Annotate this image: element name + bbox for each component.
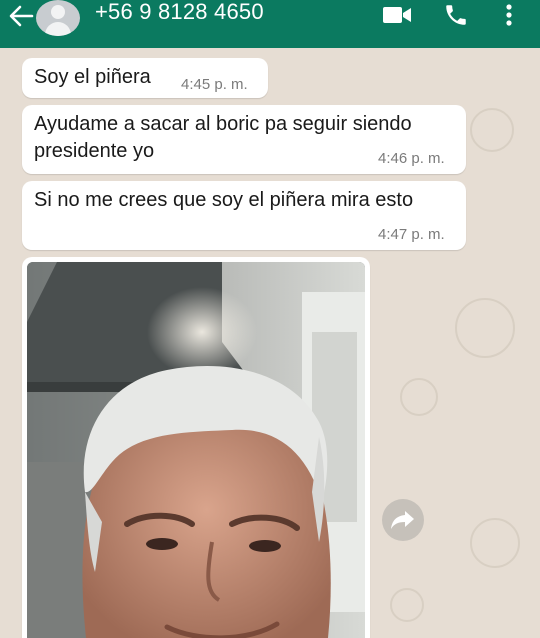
back-arrow-icon[interactable] <box>6 3 36 29</box>
wallpaper-doodle <box>400 378 438 416</box>
wallpaper-doodle <box>390 588 424 622</box>
forward-icon <box>391 511 414 529</box>
message-bubble[interactable]: Ayudame a sacar al boric pa seguir siend… <box>22 105 466 174</box>
contact-title[interactable]: +56 9 8128 4650 <box>95 0 264 25</box>
more-options-icon[interactable] <box>502 2 516 30</box>
image-message-bubble[interactable] <box>22 257 370 638</box>
wallpaper-doodle <box>470 518 520 568</box>
video-call-icon[interactable] <box>382 4 412 26</box>
chat-header: +56 9 8128 4650 <box>0 0 540 48</box>
forward-button[interactable] <box>382 499 424 541</box>
message-text: Ayudame a sacar al boric pa seguir siend… <box>34 113 412 162</box>
message-time: 4:47 p. m. <box>378 226 445 243</box>
avatar[interactable] <box>36 0 80 36</box>
message-time: 4:45 p. m. <box>181 76 248 93</box>
chat-area[interactable]: Soy el piñera 4:45 p. m. Ayudame a sacar… <box>0 48 540 638</box>
message-photo[interactable] <box>27 262 365 638</box>
message-text: Soy el piñera <box>34 66 151 88</box>
phone-call-icon[interactable] <box>443 2 469 28</box>
message-text: Si no me crees que soy el piñera mira es… <box>34 189 414 211</box>
wallpaper-doodle <box>455 298 515 358</box>
wallpaper-doodle <box>470 108 514 152</box>
avatar-head-shape <box>51 5 65 19</box>
message-time: 4:46 p. m. <box>378 150 445 167</box>
photo-illustration <box>27 262 365 638</box>
avatar-body-shape <box>45 22 71 36</box>
message-bubble[interactable]: Soy el piñera 4:45 p. m. <box>22 58 268 98</box>
message-bubble[interactable]: Si no me crees que soy el piñera mira es… <box>22 181 466 250</box>
